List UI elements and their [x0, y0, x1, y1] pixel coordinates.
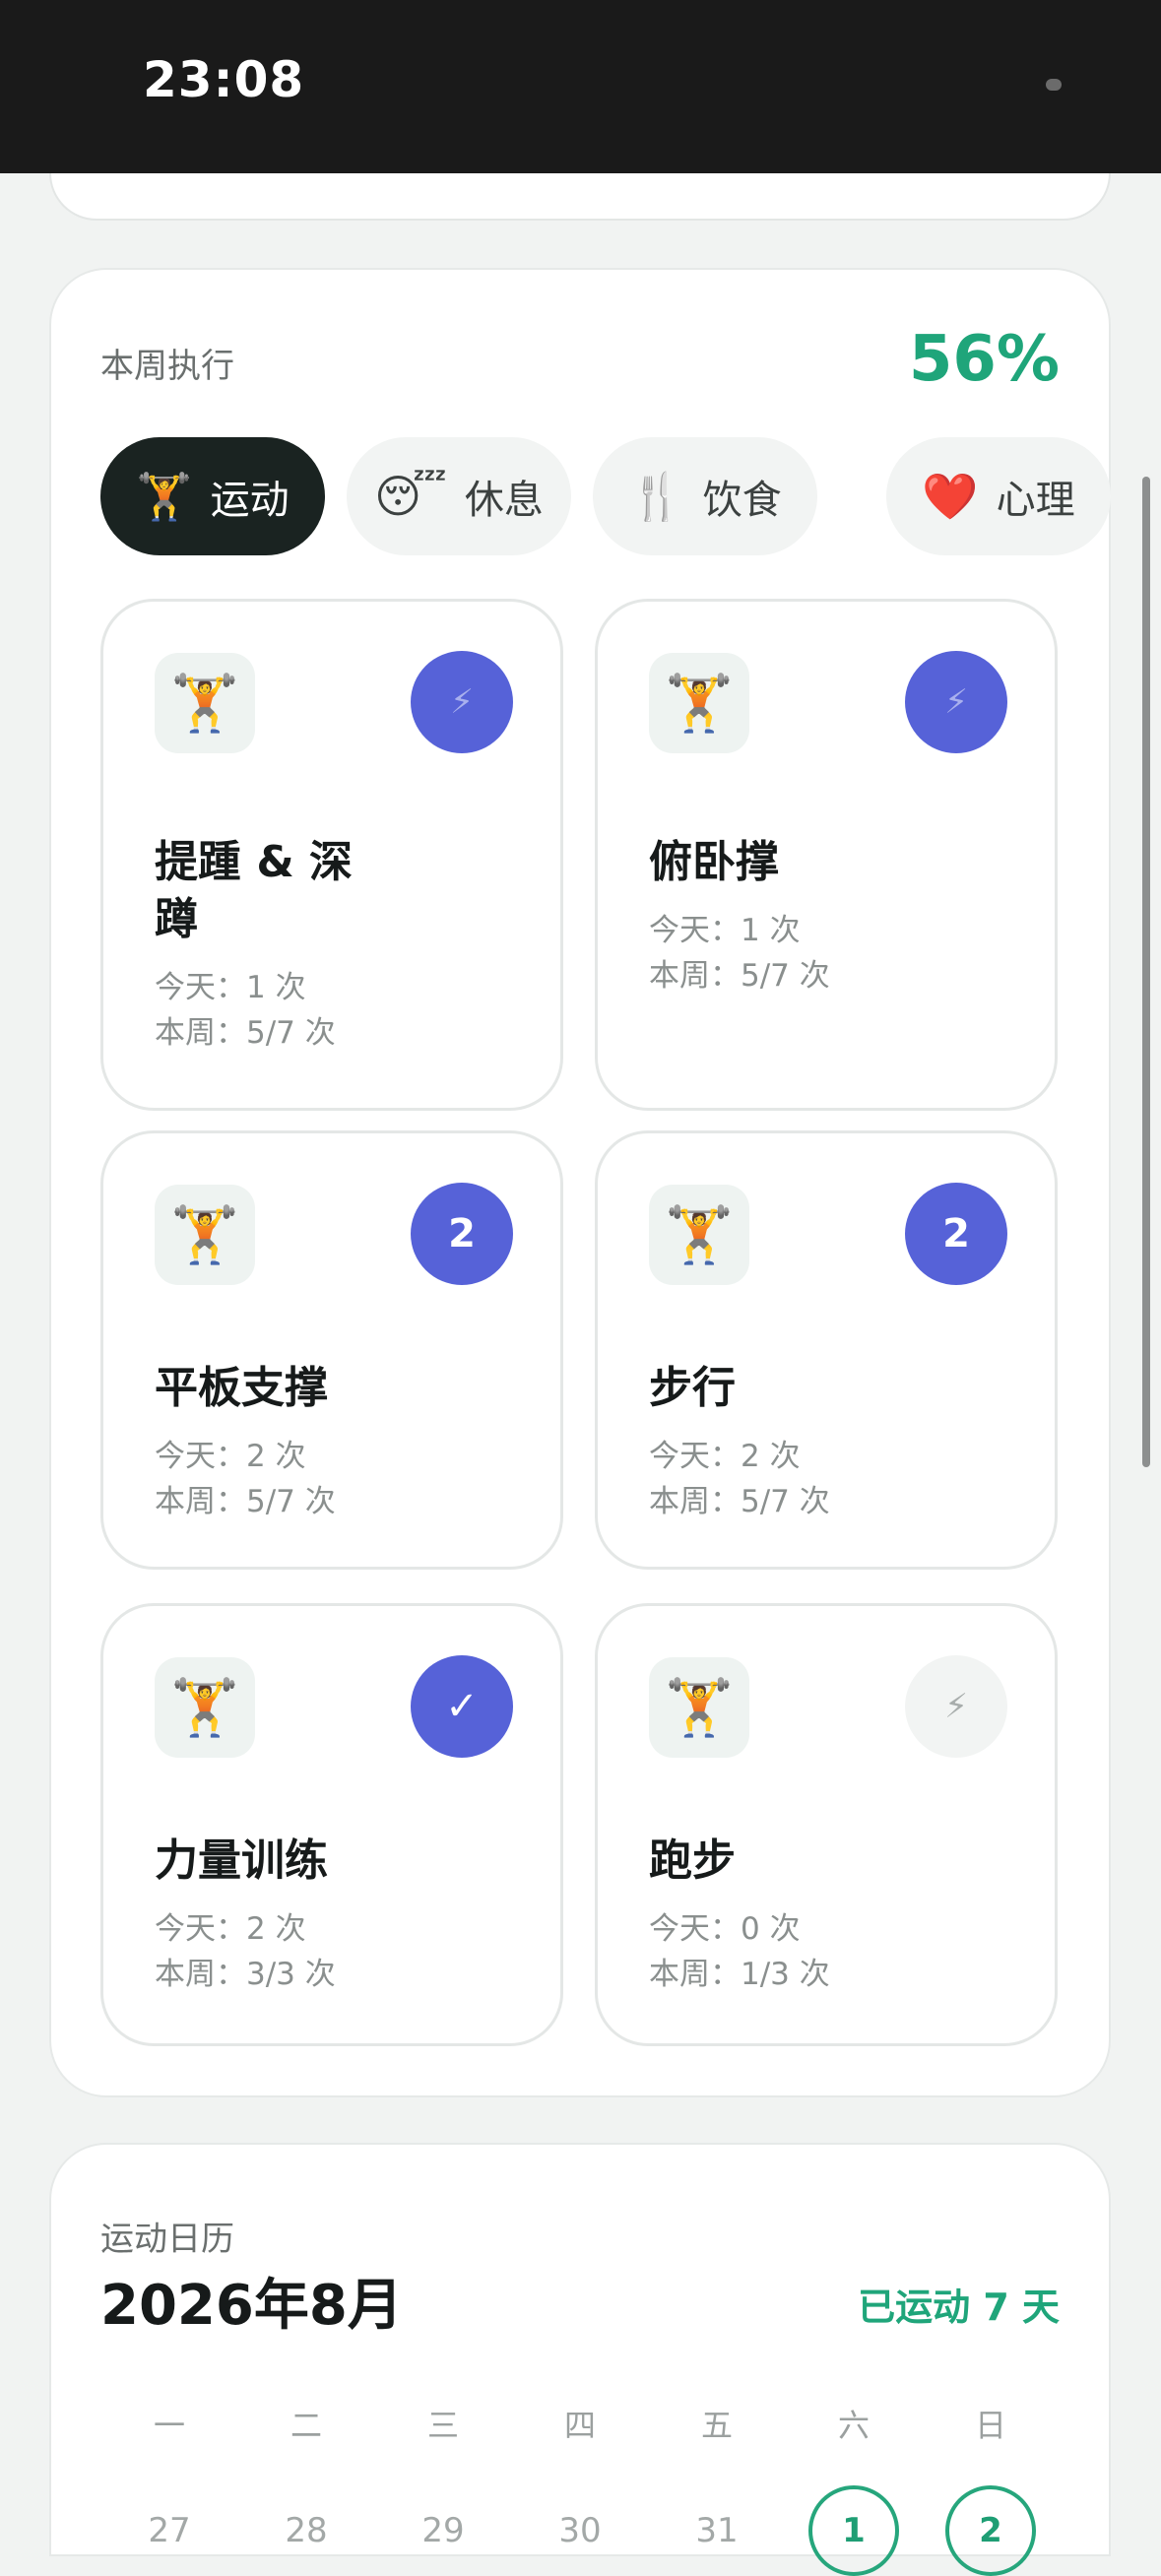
exercise-name: 跑步 [649, 1835, 736, 1886]
week-count: 本周：3/3 次 [155, 1957, 336, 1992]
weightlifter-icon: 🏋️ [155, 1185, 255, 1285]
calendar-month: 2026年8月 [100, 2274, 403, 2338]
fork-knife-icon: 🍴 [628, 469, 685, 523]
week-count: 本周：5/7 次 [155, 1484, 336, 1519]
calendar-day[interactable]: 28 [261, 2485, 352, 2576]
weekday-label: 四 [563, 2407, 596, 2444]
execution-label: 本周执行 [100, 347, 234, 386]
weekday-label: 六 [837, 2407, 870, 2444]
weightlifter-icon: 🏋️ [136, 469, 193, 523]
weightlifter-icon: 🏋️ [155, 653, 255, 753]
count-badge[interactable]: 2 [905, 1183, 1007, 1285]
today-count: 今天：2 次 [649, 1439, 801, 1474]
calendar-day[interactable]: 30 [535, 2485, 625, 2576]
sleeping-face-icon: 😴 [374, 470, 447, 523]
exercise-calendar-card: 运动日历 2026年8月 已运动 7 天 一 二 三 四 五 六 日 27 28… [49, 2143, 1111, 2576]
exercise-card-calf-raise-squat[interactable]: 🏋️ ⚡ 提踵 & 深蹲 今天：1 次 本周：5/7 次 [100, 599, 563, 1111]
week-count: 本周：5/7 次 [649, 958, 830, 994]
today-count: 今天：1 次 [649, 913, 801, 948]
calendar-day[interactable]: 29 [398, 2485, 488, 2576]
week-count: 本周：5/7 次 [155, 1015, 336, 1051]
bolt-icon[interactable]: ⚡ [411, 651, 513, 753]
weekly-execution-card: 本周执行 56% 🏋️ 运动 😴 休息 🍴 饮食 ❤️ 心理 🏋️ ⚡ 提踵 &… [49, 268, 1111, 2097]
calendar-day-exercised[interactable]: 2 [945, 2485, 1036, 2576]
exercise-card-push-up[interactable]: 🏋️ ⚡ 俯卧撑 今天：1 次 本周：5/7 次 [595, 599, 1058, 1111]
exercise-card-running[interactable]: 🏋️ ⚡ 跑步 今天：0 次 本周：1/3 次 [595, 1603, 1058, 2046]
count-badge[interactable]: 2 [411, 1183, 513, 1285]
today-count: 今天：2 次 [155, 1439, 306, 1474]
heart-icon: ❤️ [922, 469, 979, 523]
exercise-name: 步行 [649, 1363, 736, 1413]
weightlifter-icon: 🏋️ [155, 1657, 255, 1758]
calendar-day[interactable]: 27 [124, 2485, 215, 2576]
execution-percent: 56% [908, 323, 1060, 396]
exercise-name: 俯卧撑 [649, 837, 779, 887]
exercise-name: 平板支撑 [155, 1363, 328, 1413]
tab-label: 饮食 [702, 478, 782, 523]
calendar-day-exercised[interactable]: 1 [808, 2485, 899, 2576]
check-icon[interactable]: ✓ [411, 1655, 513, 1758]
weekday-label: 五 [700, 2407, 733, 2444]
calendar-summary: 已运动 7 天 [858, 2286, 1060, 2329]
tab-label: 休息 [464, 478, 544, 523]
tab-label: 运动 [210, 478, 290, 523]
today-count: 今天：1 次 [155, 970, 306, 1005]
calendar-label: 运动日历 [100, 2220, 234, 2259]
tab-exercise[interactable]: 🏋️ 运动 [100, 437, 325, 555]
weightlifter-icon: 🏋️ [649, 1657, 749, 1758]
exercise-card-strength-training[interactable]: 🏋️ ✓ 力量训练 今天：2 次 本周：3/3 次 [100, 1603, 563, 2046]
exercise-card-plank[interactable]: 🏋️ 2 平板支撑 今天：2 次 本周：5/7 次 [100, 1130, 563, 1570]
calendar-day[interactable]: 31 [672, 2485, 762, 2576]
today-count: 今天：2 次 [155, 1911, 306, 1947]
today-count: 今天：0 次 [649, 1911, 801, 1947]
weekday-label: 三 [426, 2407, 459, 2444]
scrollbar[interactable] [1142, 477, 1150, 1467]
tab-mental[interactable]: ❤️ 心理 [886, 437, 1111, 555]
weekday-label: 一 [153, 2407, 185, 2444]
bolt-icon[interactable]: ⚡ [905, 1655, 1007, 1758]
weekday-label: 日 [974, 2407, 1006, 2444]
camera-indicator-icon [1046, 79, 1062, 91]
exercise-card-walking[interactable]: 🏋️ 2 步行 今天：2 次 本周：5/7 次 [595, 1130, 1058, 1570]
exercise-name: 提踵 & 深蹲 [155, 837, 354, 944]
exercise-name: 力量训练 [155, 1835, 328, 1886]
status-time: 23:08 [143, 51, 305, 108]
weightlifter-icon: 🏋️ [649, 1185, 749, 1285]
tab-rest[interactable]: 😴 休息 [347, 437, 571, 555]
tab-label: 心理 [996, 478, 1075, 523]
status-bar: 23:08 [0, 0, 1161, 173]
tab-diet[interactable]: 🍴 饮食 [593, 437, 817, 555]
weightlifter-icon: 🏋️ [649, 653, 749, 753]
category-tabs: 🏋️ 运动 😴 休息 🍴 饮食 ❤️ 心理 [100, 437, 1111, 555]
weekday-label: 二 [290, 2407, 322, 2444]
week-count: 本周：5/7 次 [649, 1484, 830, 1519]
bolt-icon[interactable]: ⚡ [905, 651, 1007, 753]
week-count: 本周：1/3 次 [649, 1957, 830, 1992]
